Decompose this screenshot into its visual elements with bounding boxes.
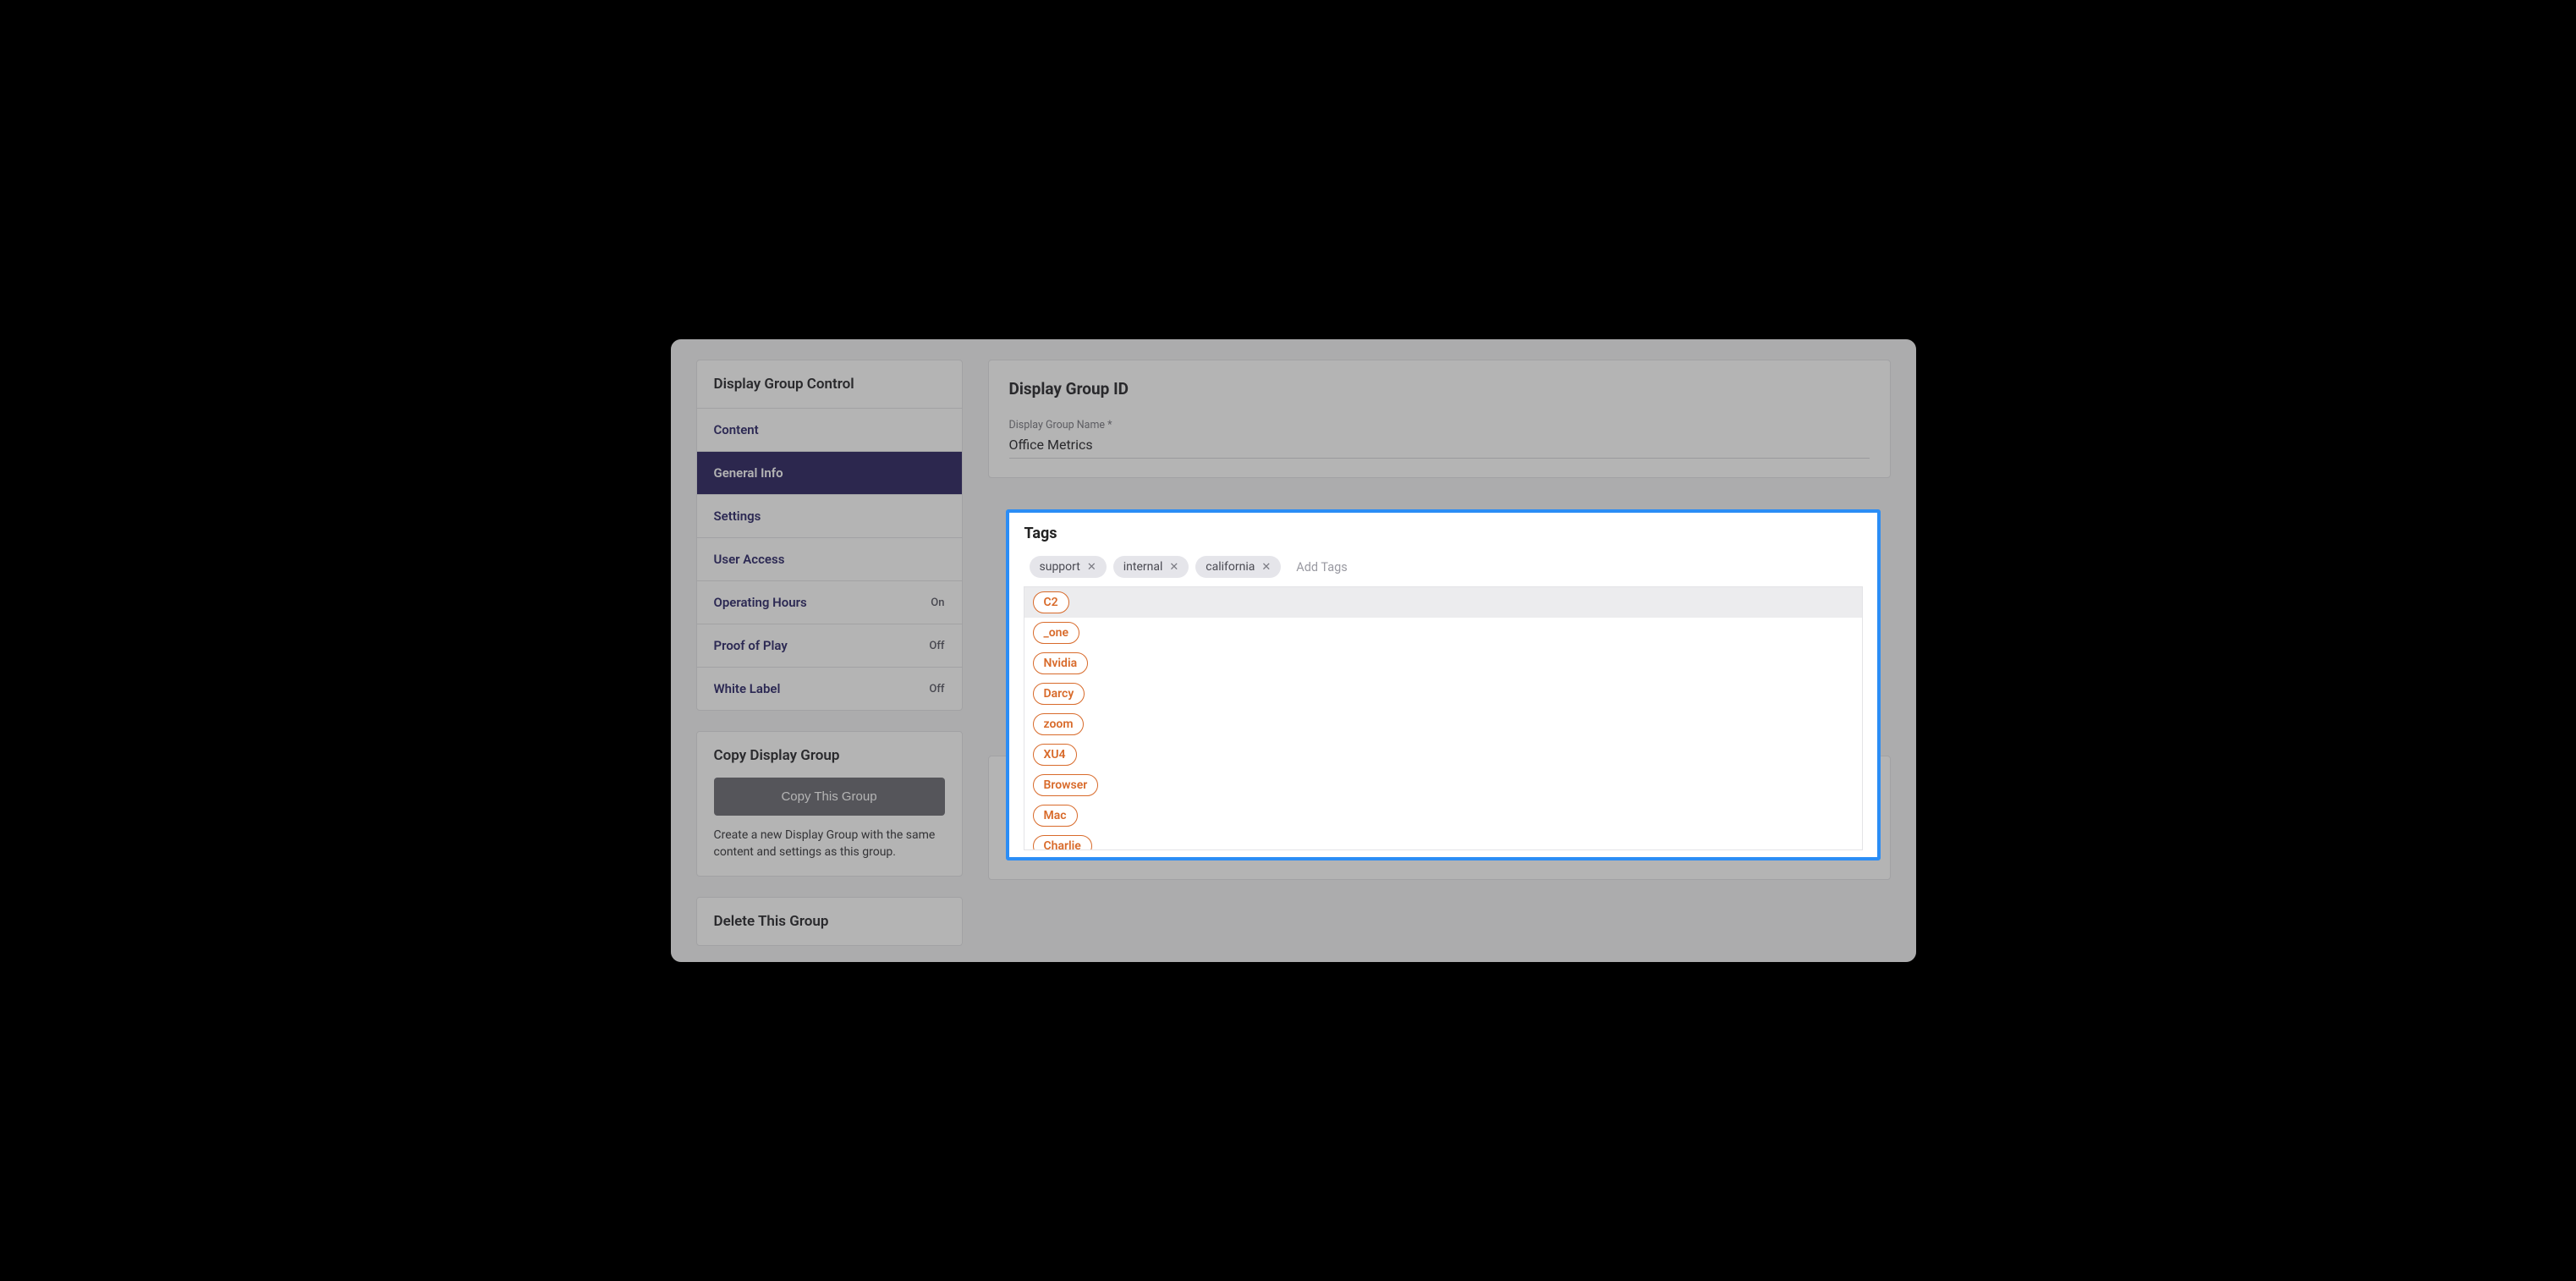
- tag-option[interactable]: Charlie: [1024, 831, 1862, 850]
- tag-option[interactable]: _one: [1024, 618, 1862, 648]
- sidebar-item-proof-of-play[interactable]: Proof of Play Off: [697, 624, 962, 668]
- tag-label: california: [1206, 560, 1255, 574]
- status-badge: Off: [929, 640, 944, 652]
- sidebar-item-general-info[interactable]: General Info: [697, 452, 962, 495]
- sidebar-item-content[interactable]: Content: [697, 409, 962, 452]
- name-field-label: Display Group Name *: [1009, 419, 1870, 432]
- tag-option-label: Darcy: [1033, 683, 1085, 705]
- tag-option-label: Charlie: [1033, 835, 1092, 850]
- tag-option-label: Browser: [1033, 774, 1099, 796]
- tag-option-label: zoom: [1033, 713, 1085, 735]
- tag-option[interactable]: Mac: [1024, 800, 1862, 831]
- delete-group-card: Delete This Group: [696, 897, 963, 946]
- sidebar-item-settings[interactable]: Settings: [697, 495, 962, 538]
- sidebar-title: Display Group Control: [697, 360, 962, 409]
- tags-input[interactable]: support ✕ internal ✕ california ✕ Add Ta…: [1024, 556, 1862, 586]
- tag-option-label: Nvidia: [1033, 652, 1089, 674]
- tag-option-label: Mac: [1033, 805, 1078, 827]
- tag-option[interactable]: Browser: [1024, 770, 1862, 800]
- display-group-id-card: Display Group ID Display Group Name * Of…: [988, 360, 1891, 478]
- tag-option[interactable]: Darcy: [1024, 679, 1862, 709]
- sidebar-item-label: User Access: [714, 552, 785, 567]
- name-field-value[interactable]: Office Metrics: [1009, 437, 1870, 459]
- tag-label: support: [1040, 560, 1080, 574]
- sidebar-item-white-label[interactable]: White Label Off: [697, 668, 962, 710]
- tags-popup: Tags support ✕ internal ✕ california ✕ A…: [1006, 509, 1881, 860]
- sidebar-item-label: Proof of Play: [714, 638, 788, 653]
- sidebar-item-label: Settings: [714, 509, 761, 524]
- sidebar-item-label: Content: [714, 422, 759, 437]
- tags-dropdown[interactable]: C2 _one Nvidia Darcy zoom XU4 Browser Ma…: [1024, 586, 1863, 850]
- status-badge: On: [931, 597, 944, 609]
- tag-option-label: C2: [1033, 591, 1069, 613]
- copy-group-title: Copy Display Group: [714, 747, 945, 764]
- copy-group-desc: Create a new Display Group with the same…: [714, 827, 945, 860]
- copy-group-card: Copy Display Group Copy This Group Creat…: [696, 731, 963, 877]
- tag-option[interactable]: C2: [1024, 587, 1862, 618]
- remove-tag-icon[interactable]: ✕: [1087, 561, 1096, 574]
- sidebar-item-label: General Info: [714, 465, 783, 481]
- remove-tag-icon[interactable]: ✕: [1169, 561, 1178, 574]
- delete-group-title: Delete This Group: [714, 913, 945, 930]
- add-tags-placeholder: Add Tags: [1296, 560, 1348, 575]
- tag-option-label: XU4: [1033, 744, 1077, 766]
- tag-pill: california ✕: [1195, 556, 1281, 578]
- sidebar-item-label: Operating Hours: [714, 595, 807, 610]
- status-badge: Off: [929, 683, 944, 695]
- sidebar-nav-card: Display Group Control Content General In…: [696, 360, 963, 711]
- remove-tag-icon[interactable]: ✕: [1261, 561, 1271, 574]
- tag-pill: support ✕: [1030, 556, 1107, 578]
- tag-label: internal: [1123, 560, 1163, 574]
- copy-this-group-button[interactable]: Copy This Group: [714, 778, 945, 816]
- tag-option[interactable]: Nvidia: [1024, 648, 1862, 679]
- sidebar-item-label: White Label: [714, 681, 781, 696]
- card-heading: Display Group ID: [1009, 379, 1870, 399]
- tag-option-label: _one: [1033, 622, 1080, 644]
- sidebar: Display Group Control Content General In…: [696, 360, 963, 962]
- sidebar-item-operating-hours[interactable]: Operating Hours On: [697, 581, 962, 624]
- tags-heading: Tags: [1024, 525, 1862, 542]
- tag-option[interactable]: XU4: [1024, 739, 1862, 770]
- tag-option[interactable]: zoom: [1024, 709, 1862, 739]
- tag-pill: internal ✕: [1113, 556, 1189, 578]
- sidebar-item-user-access[interactable]: User Access: [697, 538, 962, 581]
